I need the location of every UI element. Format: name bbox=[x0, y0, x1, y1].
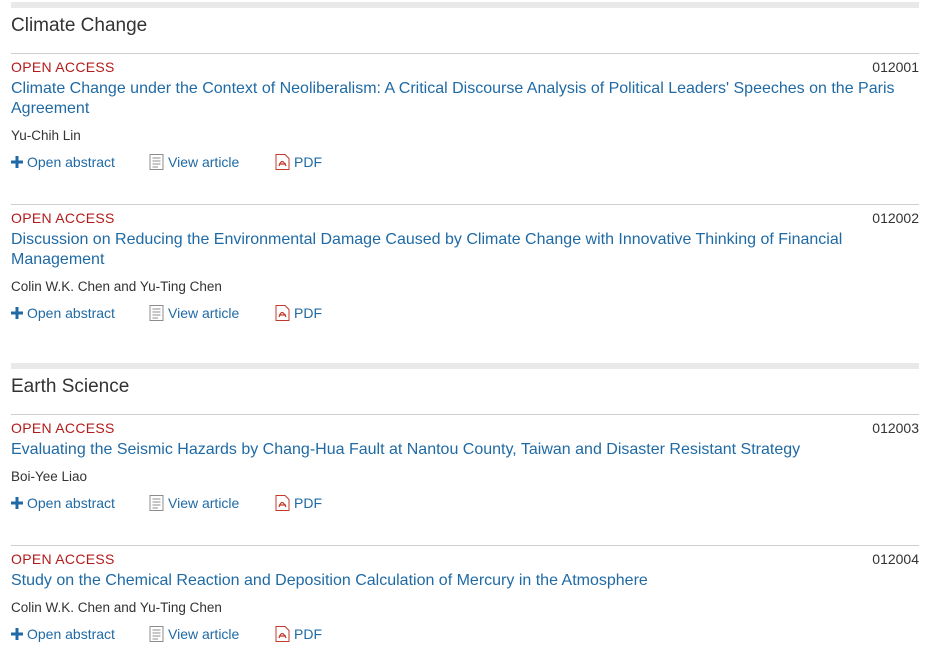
pdf-label: PDF bbox=[294, 154, 322, 170]
document-icon bbox=[149, 154, 164, 170]
article-title-link[interactable]: Discussion on Reducing the Environmental… bbox=[11, 230, 919, 270]
pdf-label: PDF bbox=[294, 626, 322, 642]
pdf-link[interactable]: PDF bbox=[275, 305, 322, 321]
view-article-label: View article bbox=[168, 626, 240, 642]
article-item: OPEN ACCESS 012002 Discussion on Reducin… bbox=[11, 204, 919, 325]
open-abstract-button[interactable]: Open abstract bbox=[11, 626, 115, 642]
section-climate-change: Climate Change bbox=[11, 2, 919, 37]
article-authors: Boi-Yee Liao bbox=[11, 469, 88, 484]
plus-icon bbox=[11, 156, 23, 168]
open-access-badge: OPEN ACCESS bbox=[11, 420, 115, 436]
article-list-page: Climate Change OPEN ACCESS 012001 Climat… bbox=[0, 0, 933, 650]
document-icon bbox=[149, 305, 164, 321]
article-title-link[interactable]: Climate Change under the Context of Neol… bbox=[11, 79, 919, 119]
open-access-badge: OPEN ACCESS bbox=[11, 210, 115, 226]
view-article-link[interactable]: View article bbox=[149, 305, 239, 321]
open-access-badge: OPEN ACCESS bbox=[11, 59, 115, 75]
open-access-badge: OPEN ACCESS bbox=[11, 551, 115, 567]
section-title: Climate Change bbox=[11, 15, 148, 36]
pdf-icon bbox=[275, 154, 290, 170]
view-article-label: View article bbox=[168, 305, 240, 321]
pdf-icon bbox=[275, 626, 290, 642]
view-article-link[interactable]: View article bbox=[149, 154, 239, 170]
section-divider-bar bbox=[11, 2, 919, 8]
article-id: 012002 bbox=[872, 210, 919, 226]
document-icon bbox=[149, 626, 164, 642]
article-actions: Open abstract View article PDF bbox=[11, 495, 919, 515]
open-abstract-button[interactable]: Open abstract bbox=[11, 154, 115, 170]
pdf-link[interactable]: PDF bbox=[275, 626, 322, 642]
view-article-label: View article bbox=[168, 154, 240, 170]
article-item: OPEN ACCESS 012003 Evaluating the Seismi… bbox=[11, 414, 919, 515]
pdf-icon bbox=[275, 495, 290, 511]
pdf-icon bbox=[275, 305, 290, 321]
open-abstract-button[interactable]: Open abstract bbox=[11, 495, 115, 511]
section-divider-bar bbox=[11, 363, 919, 369]
document-icon bbox=[149, 495, 164, 511]
view-article-link[interactable]: View article bbox=[149, 626, 239, 642]
article-title-link[interactable]: Study on the Chemical Reaction and Depos… bbox=[11, 571, 919, 591]
article-actions: Open abstract View article PDF bbox=[11, 154, 919, 174]
article-item: OPEN ACCESS 012001 Climate Change under … bbox=[11, 53, 919, 174]
view-article-label: View article bbox=[168, 495, 240, 511]
plus-icon bbox=[11, 497, 23, 509]
plus-icon bbox=[11, 628, 23, 640]
article-authors: Colin W.K. Chen and Yu-Ting Chen bbox=[11, 279, 222, 294]
view-article-link[interactable]: View article bbox=[149, 495, 239, 511]
article-item: OPEN ACCESS 012004 Study on the Chemical… bbox=[11, 545, 919, 646]
article-actions: Open abstract View article PDF bbox=[11, 305, 919, 325]
article-authors: Colin W.K. Chen and Yu-Ting Chen bbox=[11, 600, 222, 615]
pdf-label: PDF bbox=[294, 305, 322, 321]
open-abstract-label: Open abstract bbox=[27, 154, 115, 170]
pdf-link[interactable]: PDF bbox=[275, 154, 322, 170]
section-earth-science: Earth Science bbox=[11, 363, 919, 398]
article-id: 012001 bbox=[872, 59, 919, 75]
pdf-label: PDF bbox=[294, 495, 322, 511]
article-actions: Open abstract View article PDF bbox=[11, 626, 919, 646]
section-title: Earth Science bbox=[11, 376, 130, 397]
open-abstract-label: Open abstract bbox=[27, 495, 115, 511]
open-abstract-button[interactable]: Open abstract bbox=[11, 305, 115, 321]
article-id: 012003 bbox=[872, 420, 919, 436]
open-abstract-label: Open abstract bbox=[27, 626, 115, 642]
pdf-link[interactable]: PDF bbox=[275, 495, 322, 511]
article-authors: Yu-Chih Lin bbox=[11, 128, 81, 143]
plus-icon bbox=[11, 307, 23, 319]
open-abstract-label: Open abstract bbox=[27, 305, 115, 321]
article-title-link[interactable]: Evaluating the Seismic Hazards by Chang-… bbox=[11, 440, 919, 460]
article-id: 012004 bbox=[872, 551, 919, 567]
